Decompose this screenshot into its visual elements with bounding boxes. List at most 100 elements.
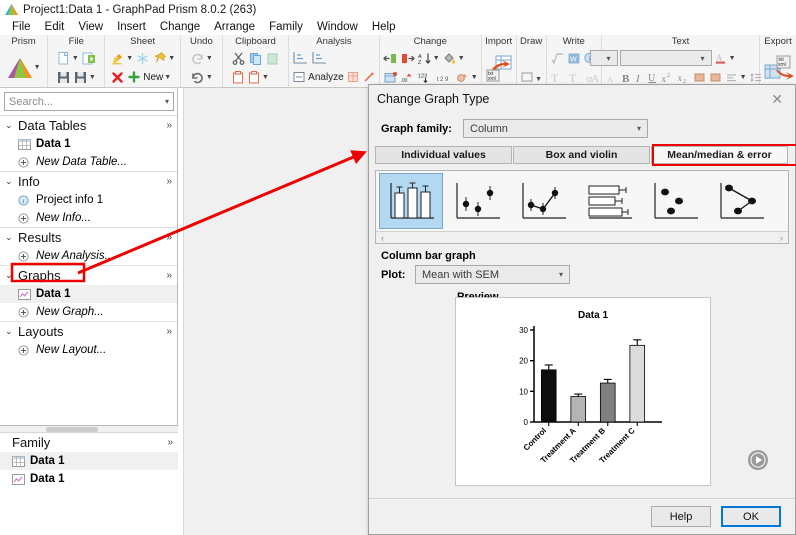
subscript-icon[interactable]: x2	[677, 71, 690, 84]
horizontal-bar-thumb[interactable]	[577, 173, 641, 229]
chevron-down-icon[interactable]: ▼	[433, 55, 440, 62]
cut-icon[interactable]	[231, 51, 246, 66]
pushpin-icon[interactable]	[152, 51, 167, 66]
connected-points-thumb[interactable]	[709, 173, 773, 229]
number-123-icon[interactable]: 123	[417, 71, 434, 84]
highlighter-icon[interactable]	[110, 51, 125, 66]
chevron-down-icon[interactable]: ▼	[89, 74, 96, 81]
expand-section-icon[interactable]: »	[166, 176, 177, 187]
undo-icon[interactable]	[190, 70, 205, 85]
ok-button[interactable]: OK	[721, 506, 781, 527]
nav-section-layouts[interactable]: ⌄ Layouts »	[0, 321, 177, 341]
expand-section-icon[interactable]: »	[166, 326, 177, 337]
chevron-down-icon[interactable]: ▼	[72, 55, 79, 62]
text-t2-icon[interactable]: T	[568, 71, 580, 84]
family-item-data-table[interactable]: Data 1	[0, 452, 178, 470]
wand-icon[interactable]	[362, 70, 376, 84]
expand-section-icon[interactable]: »	[166, 232, 177, 243]
chevron-down-icon[interactable]: ▼	[740, 74, 747, 81]
shape-rect-icon[interactable]	[520, 71, 534, 83]
nav-item-project-info[interactable]: i Project info 1	[0, 191, 177, 209]
search-input[interactable]: Search... ▾	[4, 92, 174, 111]
menu-view[interactable]: View	[71, 21, 110, 33]
font-name-icon[interactable]: ▾	[620, 50, 712, 66]
analysis-b-icon[interactable]	[311, 51, 328, 65]
chevron-down-icon[interactable]: ▼	[206, 55, 213, 62]
chevron-right-icon[interactable]: ›	[780, 233, 783, 243]
copy-icon[interactable]	[248, 51, 263, 66]
chevron-down-icon[interactable]: ▼	[126, 55, 133, 62]
play-circle-icon[interactable]	[747, 449, 769, 471]
graph-family-select[interactable]: Column ▾	[463, 119, 648, 138]
tab-individual-values[interactable]: Individual values	[375, 146, 512, 164]
chevron-down-icon[interactable]: ⌄	[5, 270, 18, 281]
menu-help[interactable]: Help	[365, 21, 403, 33]
export-txt-xml-icon[interactable]: txt xml	[763, 53, 793, 83]
expand-family-icon[interactable]: »	[167, 437, 178, 448]
grow-font-icon[interactable]: A	[590, 71, 603, 84]
tab-mean-median-error[interactable]: Mean/median & error	[651, 146, 788, 164]
font-color-icon[interactable]: A	[714, 52, 728, 65]
exponent-icon[interactable]: t29	[436, 71, 453, 84]
expand-section-icon[interactable]: »	[166, 120, 177, 131]
save-icon[interactable]	[56, 70, 71, 85]
nav-item-data-table-data1[interactable]: Data 1	[0, 135, 177, 153]
menu-insert[interactable]: Insert	[110, 21, 153, 33]
chevron-down-icon[interactable]: ⌄	[5, 120, 18, 131]
nav-item-new-info[interactable]: New Info...	[0, 209, 177, 227]
paste-options-icon[interactable]	[247, 70, 261, 85]
indent-dec-icon[interactable]	[693, 71, 706, 84]
prism-logo-icon[interactable]	[7, 57, 33, 79]
word-icon[interactable]: W	[567, 52, 581, 65]
decimal-icon[interactable]: .00	[400, 71, 415, 84]
family-scrollbar[interactable]	[0, 426, 178, 433]
format-table-icon[interactable]	[383, 71, 398, 84]
fill-color-icon[interactable]	[442, 52, 457, 65]
menu-edit[interactable]: Edit	[38, 21, 72, 33]
chevron-down-icon[interactable]: ▼	[458, 55, 465, 62]
line-mean-error-thumb[interactable]	[511, 173, 575, 229]
analysis-a-icon[interactable]	[292, 51, 309, 65]
align-icon[interactable]	[725, 71, 738, 84]
chevron-down-icon[interactable]: ▼	[206, 74, 213, 81]
tab-box-and-violin[interactable]: Box and violin	[513, 146, 650, 164]
column-bar-graph-thumb[interactable]	[379, 173, 443, 229]
scatter-points-thumb[interactable]	[643, 173, 707, 229]
family-item-graph[interactable]: Data 1	[0, 470, 178, 488]
insert-right-icon[interactable]	[400, 52, 415, 65]
open-file-icon[interactable]	[81, 51, 97, 66]
shrink-font-icon[interactable]: A	[606, 71, 618, 84]
chevron-down-icon[interactable]: ⌄	[5, 232, 18, 243]
import-txt-xml-icon[interactable]: txt xml	[485, 53, 513, 83]
chevron-down-icon[interactable]: ▼	[34, 64, 41, 71]
table-icon[interactable]	[346, 70, 360, 84]
redo-icon[interactable]	[190, 51, 205, 66]
chevron-down-icon[interactable]: ▼	[262, 74, 269, 81]
nav-item-new-analysis[interactable]: New Analysis...	[0, 247, 177, 265]
analyze-icon[interactable]	[292, 70, 306, 84]
menu-family[interactable]: Family	[262, 21, 310, 33]
bold-icon[interactable]: B	[621, 71, 632, 84]
italic-icon[interactable]: I	[635, 71, 644, 84]
save-as-icon[interactable]	[73, 70, 88, 85]
chevron-down-icon[interactable]: ⌄	[5, 176, 18, 187]
paste-icon[interactable]	[231, 70, 245, 85]
menu-window[interactable]: Window	[310, 21, 365, 33]
plot-select[interactable]: Mean with SEM ▾	[415, 265, 570, 284]
analyze-label[interactable]: Analyze	[308, 72, 344, 83]
nav-item-new-layout[interactable]: New Layout...	[0, 341, 177, 359]
insert-left-icon[interactable]	[383, 52, 398, 65]
new-sheet-icon[interactable]	[127, 70, 141, 84]
nav-section-graphs[interactable]: ⌄ Graphs »	[0, 265, 177, 285]
nav-item-new-data-table[interactable]: New Data Table...	[0, 153, 177, 171]
superscript-icon[interactable]: x2	[661, 71, 674, 84]
menu-file[interactable]: File	[5, 21, 38, 33]
scatter-mean-error-thumb[interactable]	[445, 173, 509, 229]
paste-special-icon[interactable]	[265, 51, 280, 66]
close-icon[interactable]: ✕	[767, 91, 787, 108]
new-file-icon[interactable]	[56, 51, 71, 66]
transform-icon[interactable]	[455, 71, 470, 84]
menu-arrange[interactable]: Arrange	[207, 21, 262, 33]
equation-icon[interactable]	[550, 52, 565, 65]
nav-item-new-graph[interactable]: New Graph...	[0, 303, 177, 321]
